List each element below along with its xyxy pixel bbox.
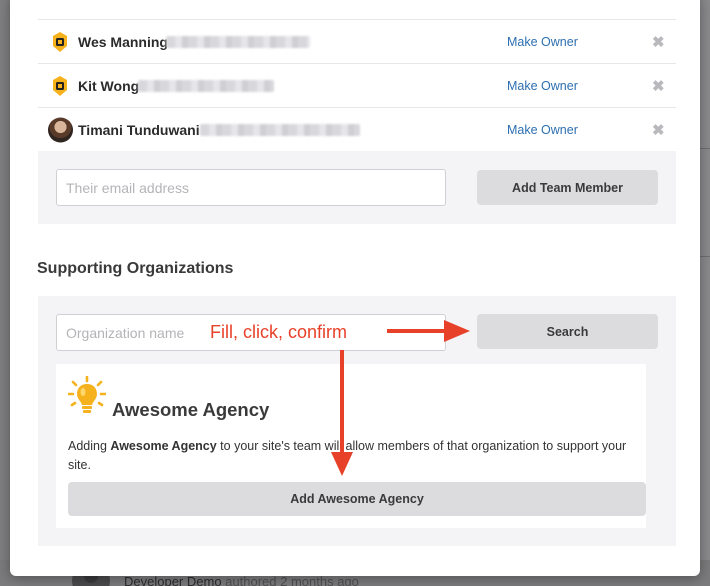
organization-name: Awesome Agency	[112, 399, 270, 420]
redacted-email	[166, 35, 310, 48]
make-owner-link[interactable]: Make Owner	[507, 35, 578, 49]
member-name: Timani Tunduwani	[78, 121, 200, 138]
annotation-label: Fill, click, confirm	[210, 322, 348, 342]
team-member-row: Timani Tunduwani Make Owner ✖	[38, 107, 676, 151]
team-member-row: Kit Wong Make Owner ✖	[38, 63, 676, 107]
make-owner-link[interactable]: Make Owner	[507, 79, 578, 93]
remove-member-icon[interactable]: ✖	[652, 121, 665, 139]
description-org-name: Awesome Agency	[110, 439, 217, 453]
remove-member-icon[interactable]: ✖	[652, 77, 665, 95]
add-awesome-agency-button[interactable]: Add Awesome Agency	[68, 482, 646, 516]
add-member-panel: Add Team Member	[38, 151, 676, 224]
lightbulb-icon	[68, 376, 106, 413]
remove-member-icon[interactable]: ✖	[652, 33, 665, 51]
description-prefix: Adding	[68, 439, 111, 453]
email-field[interactable]	[56, 169, 446, 206]
team-member-row: Wes Manning Make Owner ✖	[38, 19, 676, 63]
backdrop-divider	[700, 256, 710, 257]
add-team-member-button[interactable]: Add Team Member	[477, 170, 658, 205]
redacted-email	[200, 123, 360, 136]
rocket-badge-icon	[48, 30, 72, 54]
rocket-badge-icon	[48, 74, 72, 98]
backdrop-right	[700, 0, 710, 586]
make-owner-link[interactable]: Make Owner	[507, 123, 578, 137]
backdrop-divider	[700, 148, 710, 149]
section-title: Supporting Organizations	[37, 260, 234, 277]
search-button[interactable]: Search	[477, 314, 658, 349]
avatar	[48, 117, 73, 142]
organization-description: Adding Awesome Agency to your site's tea…	[68, 437, 638, 475]
member-name: Wes Manning	[78, 33, 168, 50]
organization-result-card: Awesome Agency Adding Awesome Agency to …	[56, 364, 646, 528]
member-name: Kit Wong	[78, 77, 140, 94]
redacted-email	[138, 79, 274, 92]
